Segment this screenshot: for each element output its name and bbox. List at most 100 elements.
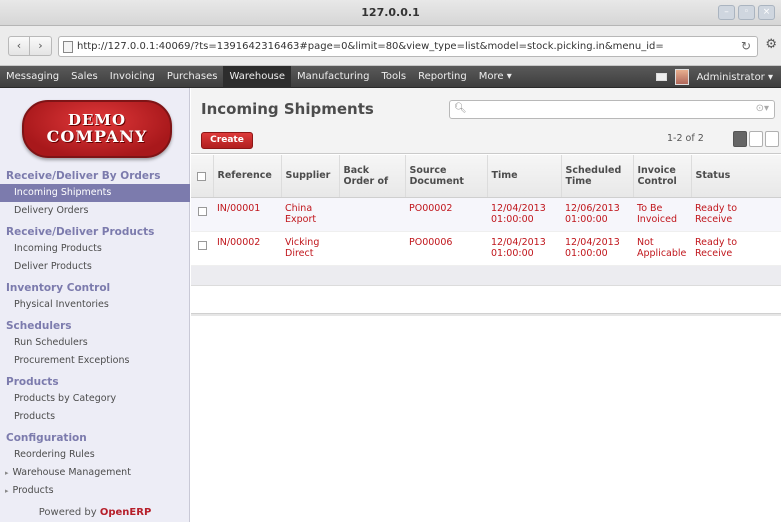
menu-invoicing[interactable]: Invoicing bbox=[104, 66, 161, 88]
row-checkbox[interactable] bbox=[191, 231, 213, 266]
url-text[interactable]: http://127.0.0.1:40069/?ts=1391642316463… bbox=[77, 41, 717, 52]
sidebar-section-receive-deliver-orders: Receive/Deliver By Orders bbox=[6, 170, 161, 182]
window-controls: – ◦ × bbox=[718, 5, 775, 20]
cell-status[interactable]: Ready to Receive bbox=[691, 197, 781, 232]
view-switcher bbox=[733, 131, 779, 147]
cell-time[interactable]: 12/04/2013 01:00:00 bbox=[487, 197, 561, 232]
checkbox-icon[interactable] bbox=[197, 240, 207, 250]
checkbox-icon[interactable] bbox=[197, 171, 207, 181]
cell-source-document[interactable]: PO00006 bbox=[405, 231, 487, 266]
menu-tools[interactable]: Tools bbox=[375, 66, 412, 88]
cell-back-order[interactable] bbox=[339, 197, 405, 232]
logo-line-2: COMPANY bbox=[46, 127, 148, 146]
page-title: Incoming Shipments bbox=[201, 100, 374, 118]
menu-messaging[interactable]: Messaging bbox=[0, 66, 65, 88]
cell-supplier[interactable]: China Export bbox=[281, 197, 339, 232]
cell-invoice-control[interactable]: Not Applicable bbox=[633, 231, 691, 266]
pager-value[interactable]: 1-2 of 2 bbox=[667, 133, 704, 144]
history-buttons: ‹ › bbox=[8, 36, 52, 56]
cell-reference[interactable]: IN/00001 bbox=[213, 197, 281, 232]
expand-triangle-icon[interactable]: ▸ bbox=[5, 487, 9, 495]
cell-supplier[interactable]: Vicking Direct bbox=[281, 231, 339, 266]
calendar-view-icon[interactable] bbox=[765, 131, 779, 147]
column-status[interactable]: Status bbox=[691, 155, 781, 198]
close-button[interactable]: × bbox=[758, 5, 775, 20]
column-source-document[interactable]: Source Document bbox=[405, 155, 488, 198]
minimize-button[interactable]: – bbox=[718, 5, 735, 20]
cell-source-document[interactable]: PO00002 bbox=[405, 197, 487, 232]
user-menu[interactable]: Administrator ▾ bbox=[697, 72, 773, 83]
browser-toolbar: ‹ › http://127.0.0.1:40069/?ts=139164231… bbox=[0, 26, 781, 66]
cell-back-order[interactable] bbox=[339, 231, 405, 266]
search-input[interactable] bbox=[468, 103, 748, 116]
column-supplier[interactable]: Supplier bbox=[281, 155, 340, 198]
select-all-checkbox[interactable] bbox=[191, 155, 214, 198]
menu-sales[interactable]: Sales bbox=[65, 66, 104, 88]
sidebar-menu: Receive/Deliver By Orders Incoming Shipm… bbox=[0, 164, 190, 500]
menu-purchases[interactable]: Purchases bbox=[161, 66, 224, 88]
search-options-icon[interactable]: ⊙▾ bbox=[756, 103, 769, 114]
gear-icon[interactable]: ⚙ bbox=[765, 37, 777, 52]
checkbox-icon[interactable] bbox=[197, 206, 207, 216]
envelope-icon[interactable] bbox=[655, 73, 667, 81]
table-row[interactable]: IN/00001 China Export PO00002 12/04/2013… bbox=[191, 197, 781, 232]
column-back-order[interactable]: Back Order of bbox=[339, 155, 406, 198]
menu-more[interactable]: More ▾ bbox=[473, 66, 518, 88]
table-row[interactable]: IN/00002 Vicking Direct PO00006 12/04/20… bbox=[191, 231, 781, 266]
window-title: 127.0.0.1 bbox=[361, 6, 420, 19]
cell-scheduled-time[interactable]: 12/04/2013 01:00:00 bbox=[561, 231, 633, 266]
sidebar-item-physical-inventories[interactable]: Physical Inventories bbox=[0, 296, 190, 314]
cell-scheduled-time[interactable]: 12/06/2013 01:00:00 bbox=[561, 197, 633, 232]
cell-status[interactable]: Ready to Receive bbox=[691, 231, 781, 266]
expand-triangle-icon[interactable]: ▸ bbox=[5, 469, 9, 477]
sidebar-item-warehouse-management[interactable]: ▸ Warehouse Management bbox=[0, 464, 190, 482]
cell-reference[interactable]: IN/00002 bbox=[213, 231, 281, 266]
table-bottom-divider bbox=[191, 313, 781, 316]
view-header: Incoming Shipments 🔍︎ ⊙▾ Create 1-2 of 2 bbox=[191, 88, 781, 154]
cell-invoice-control[interactable]: To Be Invoiced bbox=[633, 197, 691, 232]
column-scheduled-time[interactable]: Scheduled Time bbox=[561, 155, 634, 198]
row-checkbox[interactable] bbox=[191, 197, 213, 232]
sidebar-item-products-by-category[interactable]: Products by Category bbox=[0, 390, 190, 408]
sidebar-item-delivery-orders[interactable]: Delivery Orders bbox=[0, 202, 190, 220]
page-icon bbox=[63, 41, 73, 53]
form-view-icon[interactable] bbox=[749, 131, 763, 147]
menu-warehouse[interactable]: Warehouse bbox=[223, 66, 292, 88]
sidebar-item-incoming-products[interactable]: Incoming Products bbox=[0, 240, 190, 258]
search-box[interactable]: 🔍︎ ⊙▾ bbox=[449, 100, 775, 119]
cell-time[interactable]: 12/04/2013 01:00:00 bbox=[487, 231, 561, 266]
sidebar-section-products: Products bbox=[6, 376, 59, 388]
openerp-link[interactable]: OpenERP bbox=[100, 507, 151, 518]
search-icon: 🔍︎ bbox=[454, 103, 467, 114]
reload-icon[interactable]: ↻ bbox=[741, 39, 751, 53]
list-view-icon[interactable] bbox=[733, 131, 747, 147]
back-arrow-icon[interactable]: ‹ bbox=[8, 36, 30, 56]
column-time[interactable]: Time bbox=[487, 155, 562, 198]
create-button[interactable]: Create bbox=[201, 132, 253, 149]
sidebar-item-reordering-rules[interactable]: Reordering Rules bbox=[0, 446, 190, 464]
sidebar-item-config-products[interactable]: ▸ Products bbox=[0, 482, 190, 500]
menu-manufacturing[interactable]: Manufacturing bbox=[291, 66, 375, 88]
sidebar-item-procurement-exceptions[interactable]: Procurement Exceptions bbox=[0, 352, 190, 370]
company-logo[interactable]: DEMO COMPANY bbox=[22, 100, 172, 158]
address-bar[interactable]: http://127.0.0.1:40069/?ts=1391642316463… bbox=[58, 36, 758, 57]
sidebar-item-run-schedulers[interactable]: Run Schedulers bbox=[0, 334, 190, 352]
sidebar-item-deliver-products[interactable]: Deliver Products bbox=[0, 258, 190, 276]
sidebar: DEMO COMPANY Receive/Deliver By Orders I… bbox=[0, 88, 190, 522]
forward-arrow-icon[interactable]: › bbox=[30, 36, 52, 56]
sidebar-item-products[interactable]: Products bbox=[0, 408, 190, 426]
avatar[interactable] bbox=[674, 69, 689, 85]
powered-by-prefix: Powered by bbox=[38, 507, 100, 518]
table-header-row: Reference Supplier Back Order of Source … bbox=[191, 155, 781, 198]
sidebar-item-label: Products bbox=[12, 485, 54, 496]
top-menu-right: Administrator ▾ bbox=[655, 66, 773, 88]
sidebar-section-schedulers: Schedulers bbox=[6, 320, 72, 332]
top-menu-items: Messaging Sales Invoicing Purchases Ware… bbox=[0, 66, 518, 88]
powered-by: Powered by OpenERP bbox=[0, 507, 190, 518]
sidebar-item-incoming-shipments[interactable]: Incoming Shipments bbox=[0, 184, 190, 202]
maximize-button[interactable]: ◦ bbox=[738, 5, 755, 20]
column-invoice-control[interactable]: Invoice Control bbox=[633, 155, 692, 198]
column-reference[interactable]: Reference bbox=[213, 155, 282, 198]
menu-reporting[interactable]: Reporting bbox=[412, 66, 473, 88]
table-footer bbox=[191, 265, 781, 286]
